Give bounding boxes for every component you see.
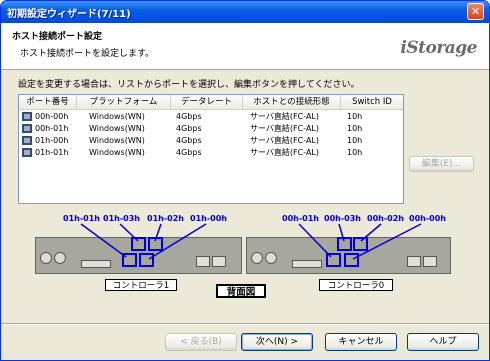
controller-0-label: コントローラ0 [319,279,393,291]
back-button[interactable]: < 戻る(B) [165,333,237,351]
port-leader-lines [80,223,422,260]
port-label: 00h-03h [324,214,361,223]
controller-1-label: コントローラ1 [105,279,177,291]
footer-divider [1,323,489,325]
port-label: 01h-03h [103,214,140,223]
port-label: 01h-00h [190,214,227,223]
port-label: 00h-00h [409,214,446,223]
back-view-label: 背面図 [216,284,266,298]
port-label: 01h-02h [147,214,184,223]
wizard-window: 初期設定ウィザード(7/11) ✕ ホスト接続ポート設定 ホスト接続ポートを設定… [0,0,490,361]
next-button[interactable]: 次へ(N) > [241,333,313,351]
port-label: 01h-01h [63,214,100,223]
port-label: 00h-02h [367,214,404,223]
cancel-button[interactable]: キャンセル [325,333,397,351]
help-button[interactable]: ヘルプ [407,333,479,351]
port-label: 00h-01h [282,214,319,223]
